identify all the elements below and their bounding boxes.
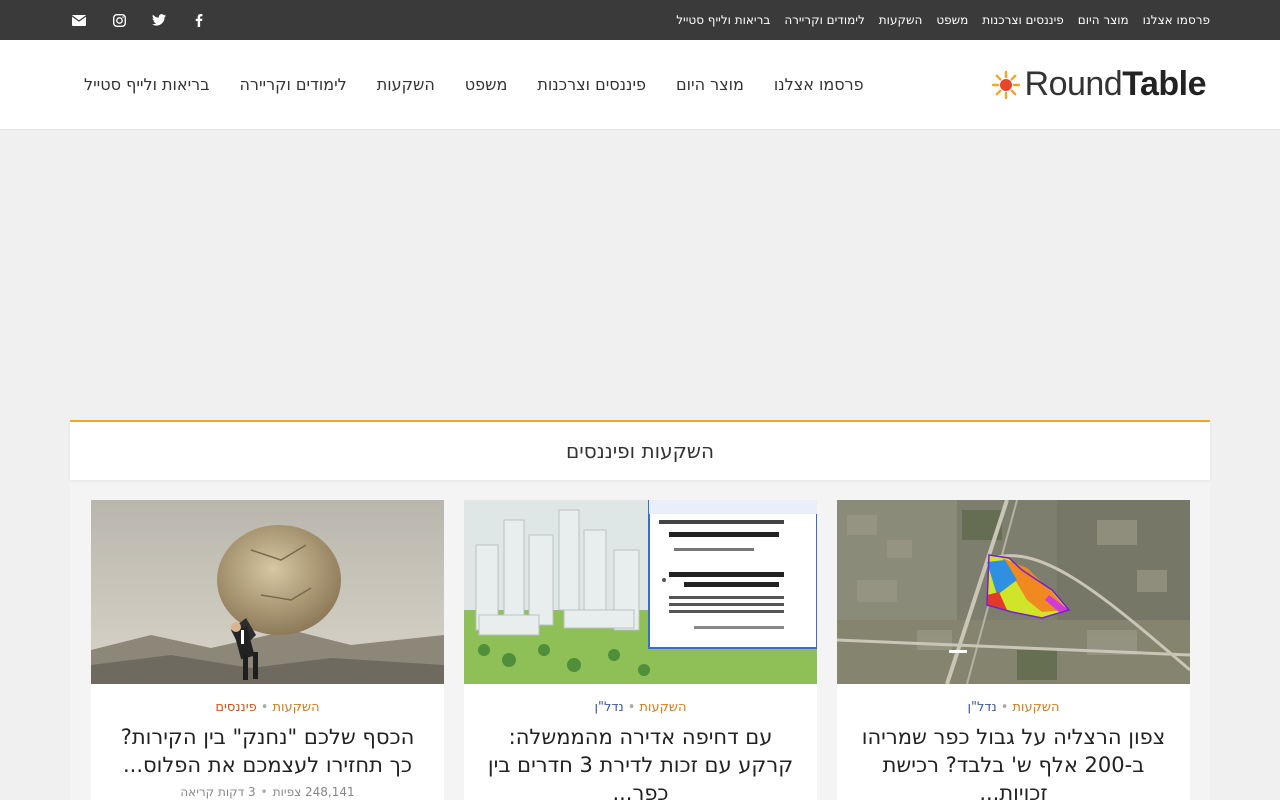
article-categories: השקעות•נדל"ן bbox=[967, 700, 1060, 715]
social-links bbox=[70, 13, 208, 27]
site-header: בריאות ולייף סטייל לימודים וקריירה השקעו… bbox=[0, 40, 1280, 130]
category-link[interactable]: נדל"ן bbox=[967, 700, 996, 715]
top-menu-product[interactable]: מוצר היום bbox=[1078, 13, 1129, 27]
site-logo[interactable]: RoundTable bbox=[991, 65, 1206, 104]
article-categories: השקעות•נדל"ן bbox=[594, 700, 687, 715]
article-image-boulder[interactable] bbox=[91, 500, 444, 684]
logo-text-bold: Table bbox=[1122, 65, 1206, 103]
top-menu: בריאות ולייף סטייל לימודים וקריירה השקעו… bbox=[676, 13, 1210, 27]
article-meta: 248,141 צפיות•3 דקות קריאה bbox=[180, 785, 355, 799]
article-title[interactable]: עם דחיפה אדירה מהממשלה: קרקע עם זכות לדי… bbox=[486, 723, 795, 800]
investments-section: השקעות ופיננסים השקעות•נדל"ן צפון הרצליה… bbox=[70, 420, 1210, 800]
logo-text-light: Round bbox=[1024, 65, 1123, 103]
top-menu-finance[interactable]: פיננסים וצרכנות bbox=[982, 13, 1064, 27]
facebook-icon[interactable] bbox=[190, 13, 208, 27]
nav-finance[interactable]: פיננסים וצרכנות bbox=[537, 75, 646, 94]
category-link[interactable]: השקעות bbox=[1012, 700, 1059, 715]
top-menu-advertise[interactable]: פרסמו אצלנו bbox=[1143, 13, 1210, 27]
nav-advertise[interactable]: פרסמו אצלנו bbox=[774, 75, 864, 94]
category-link[interactable]: פיננסים bbox=[215, 700, 256, 715]
category-link[interactable]: נדל"ן bbox=[594, 700, 623, 715]
article-card[interactable]: השקעות•נדל"ן צפון הרצליה על גבול כפר שמר… bbox=[837, 500, 1190, 800]
top-menu-studies[interactable]: לימודים וקריירה bbox=[784, 13, 864, 27]
section-title: השקעות ופיננסים bbox=[565, 439, 715, 463]
top-menu-investments[interactable]: השקעות bbox=[879, 13, 923, 27]
section-header: השקעות ופיננסים bbox=[70, 422, 1210, 480]
twitter-icon[interactable] bbox=[150, 14, 168, 26]
article-card[interactable]: השקעות•פיננסים הכסף שלכם "נחנק" בין הקיר… bbox=[91, 500, 444, 800]
article-image-map[interactable] bbox=[837, 500, 1190, 684]
email-icon[interactable] bbox=[70, 14, 88, 26]
nav-health[interactable]: בריאות ולייף סטייל bbox=[84, 75, 209, 94]
nav-product[interactable]: מוצר היום bbox=[676, 75, 744, 94]
nav-law[interactable]: משפט bbox=[465, 75, 508, 94]
article-cards: השקעות•נדל"ן צפון הרצליה על גבול כפר שמר… bbox=[70, 480, 1210, 800]
article-image-city[interactable] bbox=[464, 500, 817, 684]
article-title[interactable]: צפון הרצליה על גבול כפר שמריהו ב-200 אלף… bbox=[859, 723, 1168, 800]
instagram-icon[interactable] bbox=[110, 13, 128, 27]
ad-space bbox=[0, 130, 1280, 420]
category-link[interactable]: השקעות bbox=[639, 700, 686, 715]
article-title[interactable]: הכסף שלכם "נחנק" בין הקירות? כך תחזירו ל… bbox=[113, 723, 422, 779]
category-link[interactable]: השקעות bbox=[272, 700, 319, 715]
article-read-time: 3 דקות קריאה bbox=[180, 785, 256, 799]
nav-investments[interactable]: השקעות bbox=[377, 75, 435, 94]
article-views: 248,141 צפיות bbox=[272, 785, 355, 799]
nav-studies[interactable]: לימודים וקריירה bbox=[239, 75, 346, 94]
main-nav: בריאות ולייף סטייל לימודים וקריירה השקעו… bbox=[84, 75, 864, 94]
top-bar: בריאות ולייף סטייל לימודים וקריירה השקעו… bbox=[0, 0, 1280, 40]
top-menu-health[interactable]: בריאות ולייף סטייל bbox=[676, 13, 770, 27]
article-categories: השקעות•פיננסים bbox=[215, 700, 320, 715]
article-card[interactable]: השקעות•נדל"ן עם דחיפה אדירה מהממשלה: קרק… bbox=[464, 500, 817, 800]
top-menu-law[interactable]: משפט bbox=[936, 13, 968, 27]
sun-icon bbox=[991, 70, 1020, 99]
